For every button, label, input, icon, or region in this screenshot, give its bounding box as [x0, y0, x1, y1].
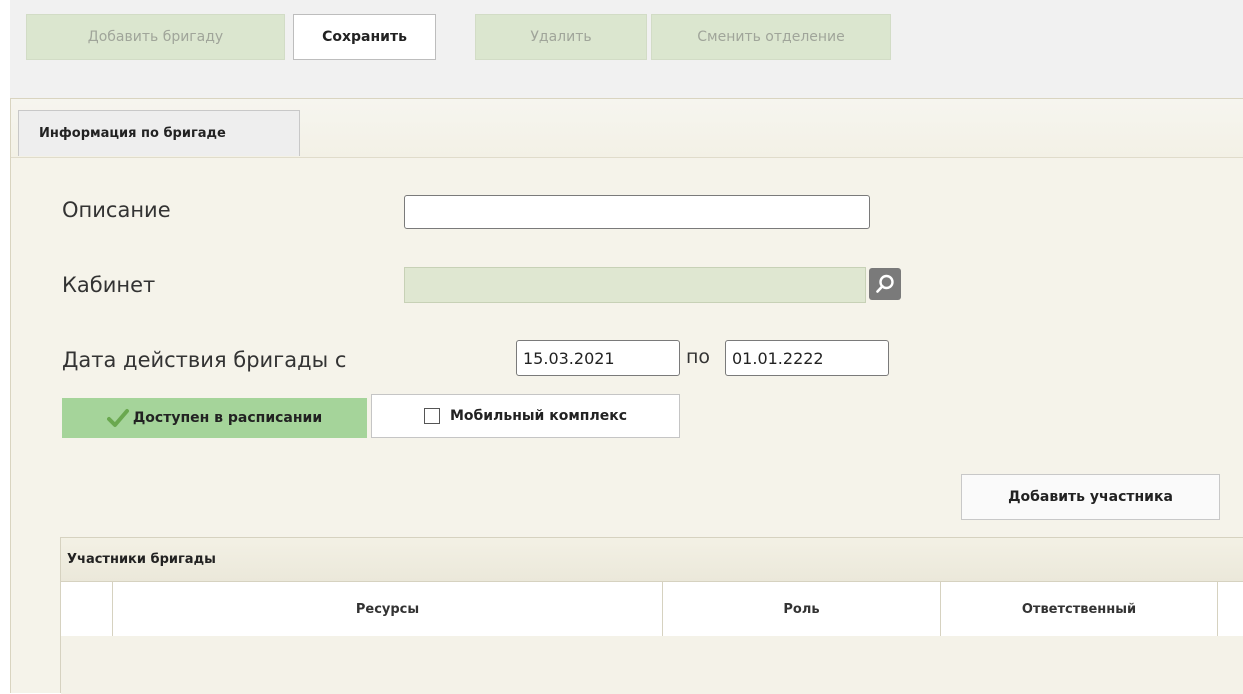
column-header-resources[interactable]: Ресурсы: [113, 582, 663, 636]
tab-bar: Информация по бригаде: [11, 99, 1243, 158]
available-in-schedule-toggle[interactable]: Доступен в расписании: [62, 398, 367, 438]
date-range-label: Дата действия бригады с: [62, 348, 347, 372]
add-brigade-button[interactable]: Добавить бригаду: [26, 14, 285, 60]
add-member-button[interactable]: Добавить участника: [961, 474, 1220, 520]
change-department-button[interactable]: Сменить отделение: [651, 14, 891, 60]
toolbar: Добавить бригаду Сохранить Удалить Смени…: [10, 0, 1243, 98]
checkbox-icon[interactable]: [423, 408, 440, 424]
mobile-complex-toggle[interactable]: Мобильный комплекс: [371, 394, 680, 438]
search-icon[interactable]: [869, 268, 901, 300]
save-button[interactable]: Сохранить: [293, 14, 436, 60]
column-header-select[interactable]: [61, 582, 113, 636]
grid-header: Ресурсы Роль Ответственный: [61, 582, 1243, 637]
available-in-schedule-label: Доступен в расписании: [132, 410, 323, 426]
checkmark-icon: [106, 408, 129, 428]
cabinet-label: Кабинет: [62, 273, 156, 297]
tab-brigade-info[interactable]: Информация по бригаде: [18, 110, 300, 156]
mobile-complex-label: Мобильный комплекс: [449, 408, 628, 424]
delete-button[interactable]: Удалить: [475, 14, 647, 60]
description-input[interactable]: [404, 195, 870, 229]
column-header-responsible[interactable]: Ответственный: [941, 582, 1218, 636]
date-to-label: по: [686, 346, 711, 368]
cabinet-field[interactable]: [404, 267, 866, 303]
grid-title: Участники бригады: [61, 538, 1243, 582]
description-label: Описание: [62, 198, 171, 222]
column-header-role[interactable]: Роль: [663, 582, 941, 636]
date-to-input[interactable]: 01.01.2222: [725, 340, 889, 376]
members-grid: Участники бригады Ресурсы Роль Ответстве…: [60, 537, 1243, 694]
date-from-input[interactable]: 15.03.2021: [516, 340, 680, 376]
grid-body: [61, 636, 1243, 694]
